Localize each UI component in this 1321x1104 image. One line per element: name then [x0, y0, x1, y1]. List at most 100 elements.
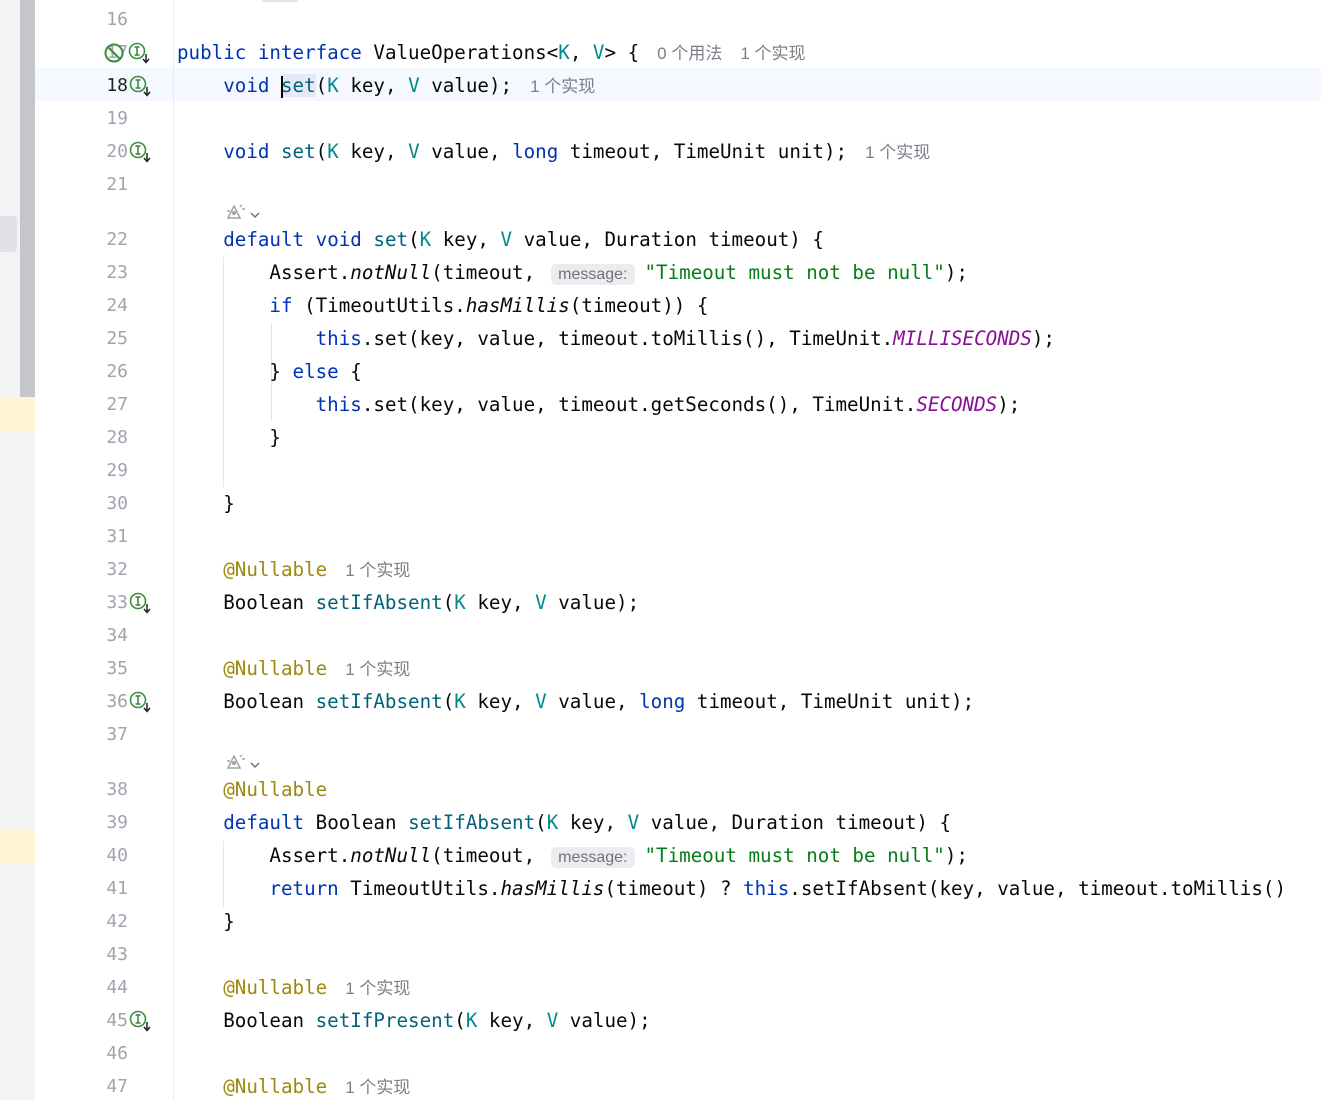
code-vision-hint[interactable] — [225, 204, 261, 225]
code-token: this — [315, 327, 362, 350]
code-token: long — [639, 690, 686, 713]
code-text[interactable]: } else { — [177, 355, 361, 388]
chevron-down-icon[interactable] — [249, 206, 261, 225]
code-line[interactable]: 20 void set(K key, V value, long timeout… — [35, 135, 1321, 168]
code-text[interactable]: Assert.notNull(timeout, message: "Timeout … — [177, 839, 968, 872]
code-line[interactable]: 42 } — [35, 905, 1321, 938]
usage-inlay-hint[interactable]: 1 个实现 — [345, 1078, 410, 1097]
code-text[interactable]: default Boolean setIfAbsent(K key, V val… — [177, 806, 951, 839]
code-token: SECONDS — [916, 393, 998, 416]
usage-inlay-hint[interactable]: 1 个实现 — [345, 979, 410, 998]
side-panel-tab[interactable] — [0, 216, 17, 252]
code-text[interactable]: void set(K key, V value); 1 个实现 — [177, 69, 595, 102]
code-token: V — [500, 228, 513, 251]
code-line[interactable]: 37 — [35, 718, 1321, 751]
code-token: key, — [465, 690, 536, 713]
code-token: ( — [535, 811, 547, 834]
code-line[interactable]: 44 @Nullable 1 个实现 — [35, 971, 1321, 1004]
code-text[interactable]: Assert.notNull(timeout, message: "Timeout … — [177, 256, 968, 289]
code-line[interactable]: 43 — [35, 938, 1321, 971]
code-text[interactable]: } — [177, 421, 281, 454]
code-line[interactable]: 25 this.set(key, value, timeout.toMillis… — [35, 322, 1321, 355]
code-text[interactable]: Boolean setIfAbsent(K key, V value); — [177, 586, 639, 619]
implemented-interface-icon[interactable] — [129, 1010, 151, 1032]
code-text[interactable]: return TimeoutUtils.hasMillis(timeout) ?… — [177, 872, 1286, 905]
code-line[interactable]: 46 — [35, 1037, 1321, 1070]
gutter-icons — [129, 685, 151, 718]
code-token: key, — [431, 228, 501, 251]
code-line[interactable]: 36 Boolean setIfAbsent(K key, V value, l… — [35, 685, 1321, 718]
code-line[interactable]: 23 Assert.notNull(timeout, message: "Timeo… — [35, 256, 1321, 289]
line-number: 28 — [106, 427, 128, 448]
code-vision-hint[interactable] — [225, 754, 261, 775]
usage-inlay-hint[interactable]: 1 个实现 — [345, 561, 410, 580]
implemented-interface-icon[interactable] — [129, 75, 151, 97]
code-line[interactable]: 30 } — [35, 487, 1321, 520]
code-token: ); — [997, 393, 1021, 416]
code-token: setIfAbsent — [408, 811, 536, 834]
code-text[interactable]: Boolean setIfAbsent(K key, V value, long… — [177, 685, 974, 718]
code-line[interactable]: 27 this.set(key, value, timeout.getSecon… — [35, 388, 1321, 421]
line-number: 30 — [106, 493, 128, 514]
code-line[interactable]: 35 @Nullable 1 个实现 — [35, 652, 1321, 685]
line-number: 45 — [106, 1010, 128, 1031]
code-text[interactable]: @Nullable — [177, 773, 327, 806]
code-line[interactable]: 47 @Nullable 1 个实现 — [35, 1070, 1321, 1103]
code-text[interactable]: @Nullable 1 个实现 — [177, 1070, 410, 1103]
usage-inlay-hint[interactable]: 1 个实现 — [345, 660, 410, 679]
chevron-down-icon[interactable] — [249, 756, 261, 775]
code-token: Assert. — [177, 261, 351, 284]
code-line[interactable]: 40 Assert.notNull(timeout, message: "Timeo… — [35, 839, 1321, 872]
code-line[interactable]: 32 @Nullable 1 个实现 — [35, 553, 1321, 586]
code-text[interactable]: this.set(key, value, timeout.getSeconds(… — [177, 388, 1021, 421]
usage-inlay-hint[interactable]: 1 个实现 — [530, 77, 595, 96]
usage-inlay-hint[interactable]: 0 个用法 — [657, 44, 722, 63]
code-line[interactable]: 26 } else { — [35, 355, 1321, 388]
code-token: V — [535, 690, 547, 713]
code-line[interactable]: 22 default void set(K key, V value, Dura… — [35, 201, 1321, 256]
code-text[interactable]: } — [177, 487, 235, 520]
code-line[interactable]: 17 public interface ValueOperations<K, V>… — [35, 36, 1321, 69]
code-line[interactable]: 21 — [35, 168, 1321, 201]
code-text[interactable]: if (TimeoutUtils.hasMillis(timeout)) { — [177, 289, 708, 322]
usage-inlay-hint[interactable]: 1 个实现 — [740, 44, 805, 63]
code-line[interactable]: 34 — [35, 619, 1321, 652]
no-entry-icon[interactable] — [103, 42, 125, 64]
code-line[interactable]: 29 — [35, 454, 1321, 487]
code-text[interactable]: void set(K key, V value, long timeout, T… — [177, 135, 930, 168]
code-line[interactable]: 41 return TimeoutUtils.hasMillis(timeout… — [35, 872, 1321, 905]
line-number: 44 — [106, 977, 128, 998]
code-line[interactable]: 33 Boolean setIfAbsent(K key, V value); — [35, 586, 1321, 619]
code-line[interactable]: 38 @Nullable — [35, 751, 1321, 806]
code-token: ( — [408, 228, 420, 251]
code-line[interactable]: 19 — [35, 102, 1321, 135]
code-token: value, Duration timeout) { — [512, 228, 824, 251]
code-text[interactable]: @Nullable 1 个实现 — [177, 652, 410, 685]
implemented-interface-icon[interactable] — [129, 592, 151, 614]
code-line[interactable]: 16 — [35, 3, 1321, 36]
implemented-interface-icon[interactable] — [128, 42, 150, 64]
implemented-interface-icon[interactable] — [129, 691, 151, 713]
code-line[interactable]: 24 if (TimeoutUtils.hasMillis(timeout)) … — [35, 289, 1321, 322]
code-text[interactable]: } — [177, 905, 235, 938]
code-line[interactable]: 39 default Boolean setIfAbsent(K key, V … — [35, 806, 1321, 839]
code-text[interactable]: Boolean setIfPresent(K key, V value); — [177, 1004, 650, 1037]
usage-inlay-hint[interactable]: 1 个实现 — [865, 143, 930, 162]
code-line[interactable]: 45 Boolean setIfPresent(K key, V value); — [35, 1004, 1321, 1037]
code-text[interactable]: @Nullable 1 个实现 — [177, 553, 410, 586]
code-text[interactable]: public interface ValueOperations<K, V> {… — [177, 36, 806, 69]
code-line[interactable]: 18 void set(K key, V value); 1 个实现 — [35, 69, 1321, 102]
code-line[interactable]: 28 } — [35, 421, 1321, 454]
code-line[interactable]: 31 — [35, 520, 1321, 553]
code-token: value); — [419, 74, 513, 97]
code-token: key, — [465, 591, 536, 614]
code-token: TimeoutUtils. — [338, 877, 501, 900]
code-text[interactable]: @Nullable 1 个实现 — [177, 971, 410, 1004]
code-text[interactable]: default void set(K key, V value, Duratio… — [177, 223, 824, 256]
code-text[interactable]: this.set(key, value, timeout.toMillis(),… — [177, 322, 1055, 355]
implemented-interface-icon[interactable] — [129, 141, 151, 163]
vertical-scrollbar-thumb[interactable] — [20, 0, 35, 398]
